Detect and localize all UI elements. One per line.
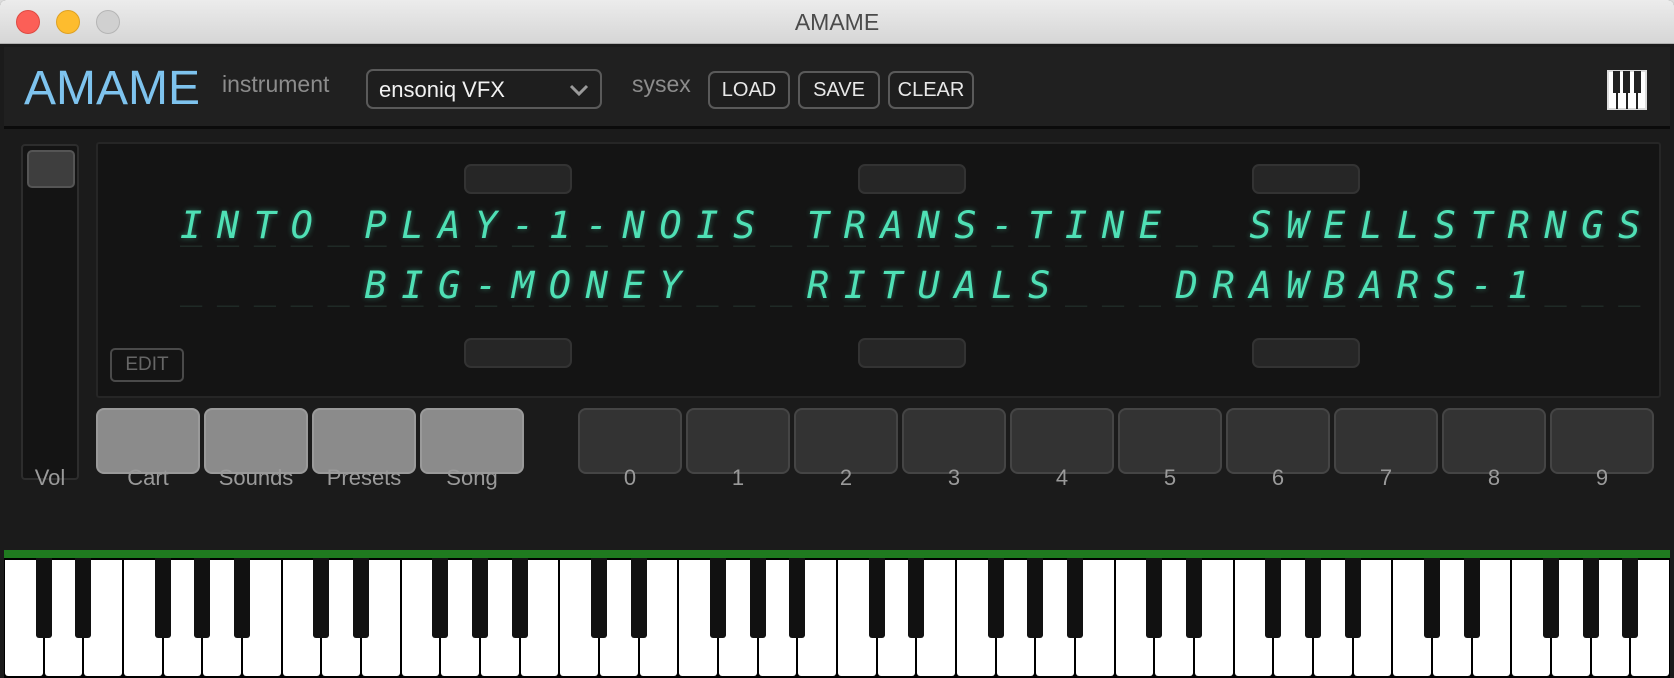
number-label-0: 0 <box>623 465 637 490</box>
black-key[interactable] <box>591 558 607 638</box>
black-key[interactable] <box>75 558 92 638</box>
black-key[interactable] <box>749 558 766 638</box>
instrument-value: ensoniq VFX <box>379 77 505 102</box>
black-key[interactable] <box>432 558 449 638</box>
black-key[interactable] <box>1582 558 1599 638</box>
sounds-label: Sounds <box>218 465 294 490</box>
song-label: Song <box>446 465 498 490</box>
black-key[interactable] <box>908 558 925 638</box>
number-label-2: 2 <box>839 465 853 490</box>
black-key[interactable] <box>630 558 647 638</box>
cart-label: Cart <box>127 465 169 490</box>
number-label-7: 7 <box>1379 465 1393 490</box>
display-soft-button-bottom-1[interactable] <box>464 338 572 368</box>
load-button[interactable]: LOAD <box>708 71 790 109</box>
number-label-9: 9 <box>1595 465 1609 490</box>
app-window: AMAME AMAME instrument ensoniq VFX sysex… <box>0 0 1674 678</box>
black-key[interactable] <box>868 558 885 638</box>
black-key[interactable] <box>472 558 488 638</box>
display-soft-button-top-1[interactable] <box>464 164 572 194</box>
vfd-row-1: INTO PLAY-1-NOIS TRANS-TINE SWELLSTRNGS <box>180 204 1656 247</box>
black-key[interactable] <box>511 558 528 638</box>
black-key[interactable] <box>234 558 250 638</box>
display-soft-button-top-3[interactable] <box>1252 164 1360 194</box>
save-button[interactable]: SAVE <box>798 71 880 109</box>
vfd-row-2: BIG-MONEY RITUALS DRAWBARS-1 <box>180 264 1582 307</box>
black-key[interactable] <box>1186 558 1202 638</box>
black-key[interactable] <box>1344 558 1361 638</box>
instrument-select[interactable]: ensoniq VFX <box>366 69 602 109</box>
number-label-6: 6 <box>1271 465 1285 490</box>
display-soft-button-top-2[interactable] <box>858 164 966 194</box>
volume-slider[interactable] <box>21 144 79 480</box>
presets-label: Presets <box>326 465 402 490</box>
black-key[interactable] <box>154 558 171 638</box>
black-key[interactable] <box>1265 558 1282 638</box>
header-toolbar: AMAME instrument ensoniq VFX sysex LOAD … <box>4 47 1670 129</box>
black-key[interactable] <box>1543 558 1559 638</box>
black-key[interactable] <box>1622 558 1639 638</box>
number-label-1: 1 <box>731 465 745 490</box>
black-key[interactable] <box>1305 558 1321 638</box>
black-key[interactable] <box>35 558 52 638</box>
keyboard-accent-bar <box>4 550 1670 558</box>
black-key[interactable] <box>353 558 369 638</box>
sysex-label: sysex <box>632 71 691 97</box>
black-key[interactable] <box>1146 558 1163 638</box>
volume-slider-thumb[interactable] <box>27 150 75 188</box>
black-key[interactable] <box>789 558 806 638</box>
black-key[interactable] <box>1027 558 1044 638</box>
display-soft-button-bottom-3[interactable] <box>1252 338 1360 368</box>
number-label-5: 5 <box>1163 465 1177 490</box>
black-key[interactable] <box>987 558 1004 638</box>
display-soft-button-bottom-2[interactable] <box>858 338 966 368</box>
synth-panel: ________________________________________… <box>4 132 1670 548</box>
number-label-4: 4 <box>1055 465 1069 490</box>
app-logo: AMAME <box>24 62 201 115</box>
black-key[interactable] <box>1463 558 1480 638</box>
edit-button[interactable]: EDIT <box>110 348 184 382</box>
number-label-8: 8 <box>1487 465 1501 490</box>
clear-button[interactable]: CLEAR <box>888 71 974 109</box>
black-key[interactable] <box>313 558 330 638</box>
black-key[interactable] <box>710 558 726 638</box>
window-title: AMAME <box>794 9 880 35</box>
chevron-down-icon <box>569 84 589 97</box>
number-label-3: 3 <box>947 465 961 490</box>
piano-keyboard[interactable] <box>4 558 1670 678</box>
black-key[interactable] <box>194 558 211 638</box>
instrument-label: instrument <box>222 71 330 97</box>
title-bar: AMAME <box>0 0 1674 44</box>
vfd-display: ________________________________________… <box>96 142 1661 398</box>
volume-label: Vol <box>34 465 66 490</box>
piano-keyboard-icon[interactable] <box>1606 69 1648 111</box>
black-key[interactable] <box>1424 558 1440 638</box>
black-key[interactable] <box>1067 558 1083 638</box>
